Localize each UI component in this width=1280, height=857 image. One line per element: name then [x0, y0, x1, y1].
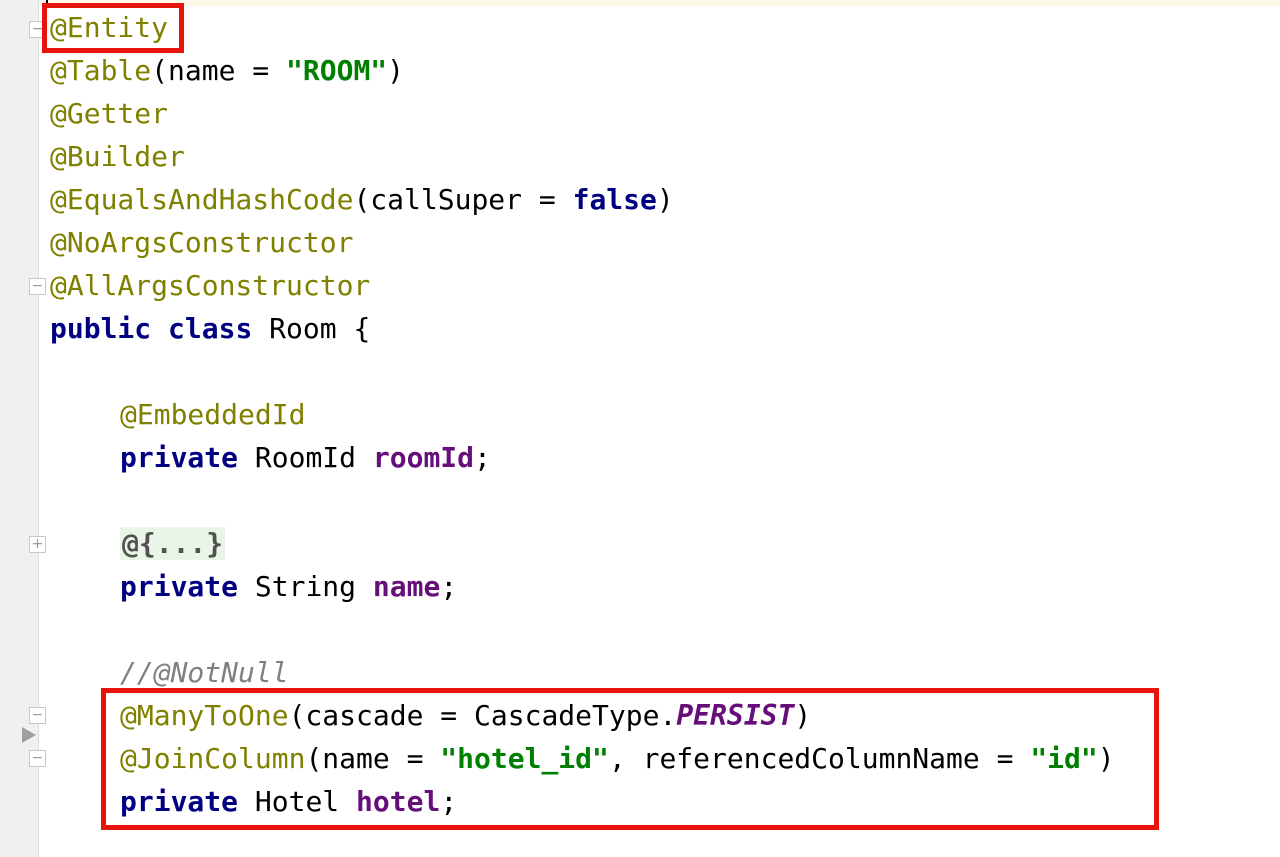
keyword-public: public	[50, 312, 152, 345]
folded-region[interactable]: @{...}	[120, 527, 226, 560]
fold-collapse-icon[interactable]: −	[29, 707, 46, 724]
code-text: ;	[440, 570, 458, 603]
code-line: @Builder	[50, 135, 185, 178]
keyword-private: private	[120, 570, 239, 603]
annotation-table: @Table	[50, 54, 152, 87]
code-line: @Table(name = "ROOM")	[50, 49, 404, 92]
fold-collapse-icon[interactable]: −	[29, 278, 46, 295]
keyword-private: private	[120, 441, 239, 474]
code-line: @EmbeddedId	[120, 393, 305, 436]
code-line: @AllArgsConstructor	[50, 264, 370, 307]
keyword-class: class	[168, 312, 253, 345]
code-line: @Getter	[50, 92, 168, 135]
code-line: @{...}	[120, 522, 226, 565]
annotation-getter: @Getter	[50, 97, 169, 130]
highlight-box-relation	[101, 688, 1159, 830]
string-literal: "ROOM"	[286, 54, 388, 87]
type-name: String	[238, 570, 373, 603]
class-name: Room {	[252, 312, 371, 345]
editor-top-strip	[0, 0, 1280, 6]
fold-expand-icon[interactable]: +	[29, 536, 46, 553]
code-text: (name =	[151, 54, 287, 87]
annotation-embeddedid: @EmbeddedId	[120, 398, 306, 431]
field-name: name	[372, 570, 441, 603]
highlight-box-entity	[42, 3, 184, 53]
code-text: ;	[474, 441, 491, 474]
code-line: @EqualsAndHashCode(callSuper = false)	[50, 178, 674, 221]
code-line: private String name;	[120, 565, 457, 608]
code-text: )	[656, 183, 674, 216]
code-line: @NoArgsConstructor	[50, 221, 353, 264]
annotation-noargs: @NoArgsConstructor	[50, 226, 354, 259]
code-line: private RoomId roomId;	[120, 436, 491, 479]
code-text: (callSuper =	[353, 183, 573, 216]
fold-collapse-icon[interactable]: −	[29, 750, 46, 767]
breakpoint-arrow-icon[interactable]	[22, 727, 36, 743]
code-line: public class Room {	[50, 307, 370, 350]
field-name: roomId	[372, 441, 475, 474]
type-name: RoomId	[238, 441, 373, 474]
comment: //@NotNull	[120, 656, 289, 689]
annotation-equals: @EqualsAndHashCode	[50, 183, 354, 216]
annotation-builder: @Builder	[50, 140, 185, 173]
code-text: )	[387, 54, 405, 87]
annotation-allargs: @AllArgsConstructor	[50, 269, 371, 302]
keyword-false: false	[572, 183, 657, 216]
